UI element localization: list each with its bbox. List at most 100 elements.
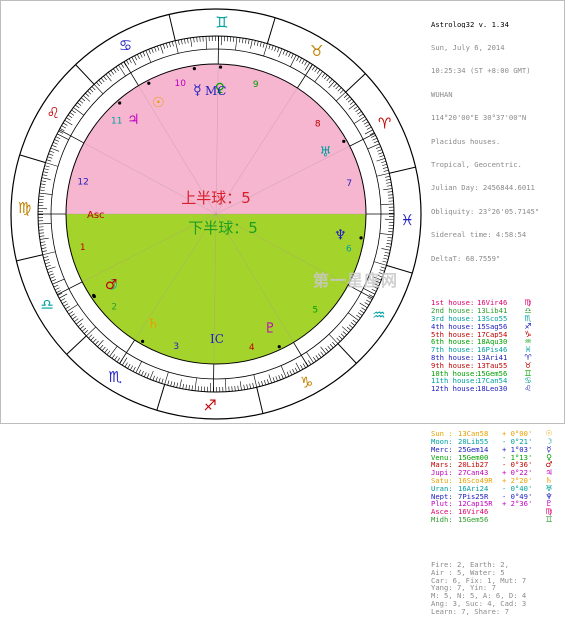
planet-position: 16Vir46	[458, 508, 502, 516]
planet-glyph-icon: ♅	[542, 485, 556, 493]
planet-glyph-icon: ♄	[542, 477, 556, 485]
house-position: 16Pis46	[477, 346, 521, 354]
mars-icon: ♂	[105, 277, 118, 293]
planet-position: 16Ari24	[458, 485, 502, 493]
planet-declination: + 0°22'	[502, 469, 542, 477]
house-number: 3	[173, 342, 179, 352]
house-system: Placidus houses.	[431, 138, 564, 146]
house-position: 13Sco55	[477, 315, 521, 323]
planet-declination	[502, 516, 542, 524]
chart-info-panel: Astrolog32 v. 1.34 Sun, July 6, 2014 10:…	[431, 5, 564, 419]
planet-glyph-icon: ☽	[542, 438, 556, 446]
house-sign-icon: ♉	[521, 362, 535, 370]
planet-position: 7Pis25R	[458, 493, 502, 501]
house-position: 17Can54	[477, 377, 521, 385]
planet-name: Asce:	[431, 508, 458, 516]
planet-marker	[193, 67, 196, 70]
planet-declination: - 1°13'	[502, 454, 542, 462]
saturn-icon: ♄	[147, 316, 160, 332]
house-sign-icon: ♏	[521, 315, 535, 323]
sidereal-time: Sidereal time: 4:58:54	[431, 231, 564, 239]
planet-glyph-icon: ♍	[542, 508, 556, 516]
planet-declination: + 1°03'	[502, 446, 542, 454]
leo-icon: ♌	[46, 104, 59, 122]
house-position: 16Vir46	[477, 299, 521, 307]
planet-row: Uran:16Ari24- 0°40'♅	[431, 485, 564, 493]
mercury-icon: ☿	[193, 82, 202, 98]
planet-position: 20Lib27	[458, 461, 502, 469]
planet-glyph-icon: ♂	[542, 461, 556, 469]
house-row: 2nd house:13Lib41♎	[431, 307, 564, 315]
planet-marker	[342, 140, 345, 143]
planet-position: 16Sco49R	[458, 477, 502, 485]
aquarius-icon: ♒	[372, 306, 385, 324]
ic-label: IC	[210, 332, 224, 346]
house-sign-icon: ♌	[521, 385, 535, 393]
planet-glyph-icon: ♆	[542, 493, 556, 501]
house-label: 2nd house:	[431, 307, 477, 315]
sun-icon: ☉	[152, 95, 165, 111]
planet-marker	[219, 65, 222, 68]
house-label: 11th house:	[431, 377, 477, 385]
house-position: 15Sag56	[477, 323, 521, 331]
lower-hemisphere-label: 下半球：5	[188, 219, 258, 237]
planet-row: Moon:20Lib55- 0°21'☽	[431, 438, 564, 446]
pisces-icon: ♓	[401, 211, 414, 229]
planet-name: Nept:	[431, 493, 458, 501]
house-sign-icon: ♑	[521, 331, 535, 339]
planet-declination: - 0°21'	[502, 438, 542, 446]
house-number: 11	[111, 117, 122, 127]
summary-line: Car: 6, Fix: 1, Mut: 7	[431, 577, 564, 585]
house-number: 7	[346, 179, 352, 189]
house-sign-icon: ♋	[521, 377, 535, 385]
natal-chart-wheel: ♈♉♊♋♌♍♎♏♐♑♒♓ 123456789101112 ☉☽☿♀♂♃♄♅♆♇ …	[3, 3, 428, 421]
planet-glyph-icon: ☿	[542, 446, 556, 454]
gemini-icon: ♊	[215, 14, 228, 32]
house-number: 1	[80, 243, 86, 253]
planet-position: 27Can43	[458, 469, 502, 477]
planet-row: Nept:7Pis25R- 0°49'♆	[431, 493, 564, 501]
house-cusps-list: 1st house:16Vir46♍2nd house:13Lib41♎3rd …	[431, 299, 564, 393]
planet-row: Mars:20Lib27- 0°36'♂	[431, 461, 564, 469]
house-label: 1st house:	[431, 299, 477, 307]
planet-declination: + 2°36'	[502, 500, 542, 508]
planet-declination: - 0°40'	[502, 485, 542, 493]
summary-line: Air : 5, Water: 5	[431, 569, 564, 577]
cancer-icon: ♋	[119, 36, 132, 54]
house-number: 8	[315, 119, 321, 129]
planet-declination: - 0°36'	[502, 461, 542, 469]
virgo-icon: ♍	[18, 199, 31, 217]
planet-position: 20Lib55	[458, 438, 502, 446]
house-position: 15Gem56	[477, 370, 521, 378]
summary-line: Fire: 2, Earth: 2,	[431, 561, 564, 569]
planet-marker	[359, 236, 362, 239]
planet-declination	[502, 508, 542, 516]
planet-position: 15Gem00	[458, 454, 502, 462]
house-label: 7th house:	[431, 346, 477, 354]
house-label: 9th house:	[431, 362, 477, 370]
neptune-icon: ♆	[334, 227, 347, 243]
house-label: 4th house:	[431, 323, 477, 331]
planet-name: Plut:	[431, 500, 458, 508]
house-label: 6th house:	[431, 338, 477, 346]
planet-name: Merc:	[431, 446, 458, 454]
planet-name: Venu:	[431, 454, 458, 462]
planet-position: 15Gem56	[458, 516, 502, 524]
planet-name: Jupi:	[431, 469, 458, 477]
planet-declination: + 0°00'	[502, 430, 542, 438]
planet-name: Uran:	[431, 485, 458, 493]
jupiter-icon: ♃	[127, 112, 140, 128]
planet-name: Satu:	[431, 477, 458, 485]
planet-glyph-icon: ♇	[542, 500, 556, 508]
planet-position: 25Gem14	[458, 446, 502, 454]
chart-date: Sun, July 6, 2014	[431, 44, 564, 52]
planet-declination: - 0°49'	[502, 493, 542, 501]
summary-line: Learn: 7, Share: 7	[431, 608, 564, 616]
delta-t: DeltaT: 68.7559"	[431, 255, 564, 263]
house-label: 8th house:	[431, 354, 477, 362]
house-sign-icon: ♎	[521, 307, 535, 315]
house-sign-icon: ♈	[521, 354, 535, 362]
planet-name: Sun :	[431, 430, 458, 438]
house-position: 13Ari41	[477, 354, 521, 362]
house-position: 17Cap54	[477, 331, 521, 339]
